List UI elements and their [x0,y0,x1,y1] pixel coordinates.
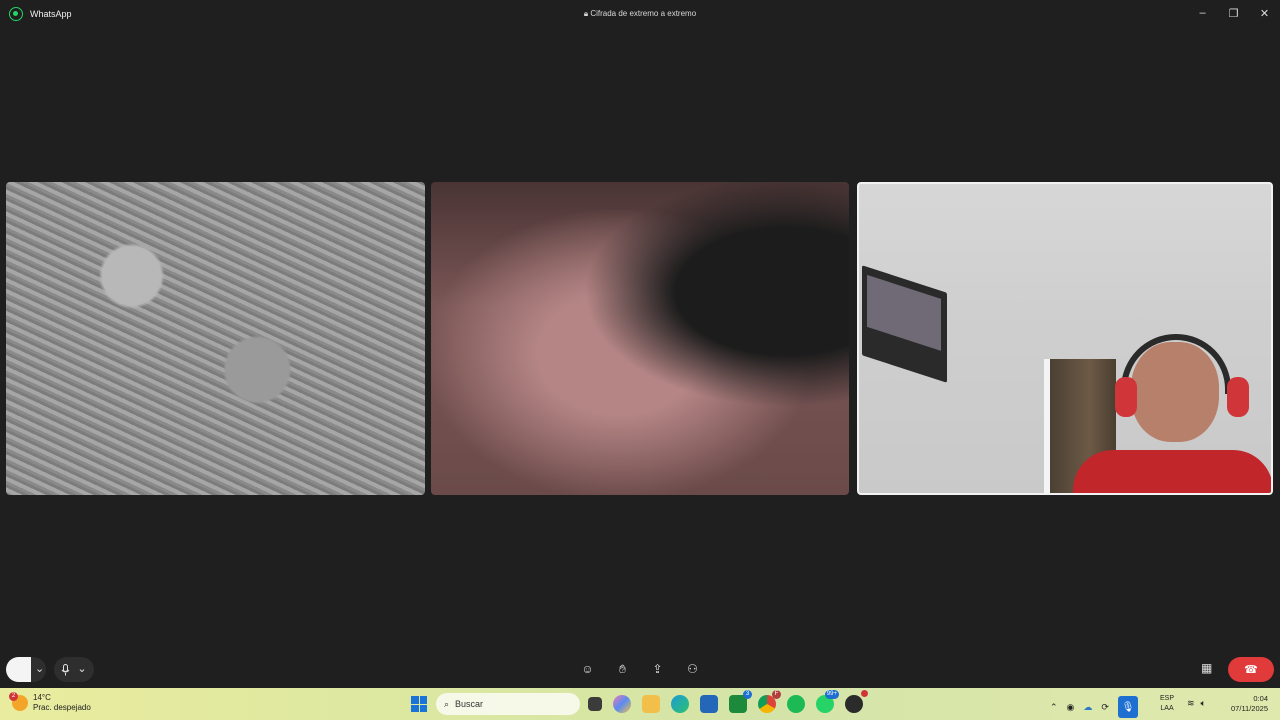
network-volume[interactable]: ≋ 🔈︎ [1187,698,1206,709]
camera-toggle-button[interactable]: ⌄ [6,657,46,682]
weather-badge: 2 [9,692,18,701]
call-center-controls: ☺ ✋︎ ⇪ ⚇ [580,660,700,678]
app-title: WhatsApp [0,7,72,21]
pinned-apps: 3 F 99+ [588,690,868,713]
background-tv [862,265,947,383]
raise-hand-icon[interactable]: ✋︎ [615,660,630,678]
xbox-icon[interactable]: 3 [729,690,752,713]
task-view-icon[interactable] [588,697,602,711]
xbox-badge: 3 [743,690,752,699]
chevron-down-icon[interactable]: ⌄ [77,664,86,675]
language-indicator[interactable]: ESP LAA [1160,694,1174,714]
language-line2: LAA [1160,705,1174,712]
windows-taskbar: 2 14°C Prac. despejado ⌕ Buscar 3 F 99+ … [0,688,1280,720]
weather-widget[interactable]: 2 14°C Prac. despejado [9,692,91,713]
volume-icon: 🔈︎ [1200,698,1206,708]
participant-video-3[interactable] [857,182,1273,495]
chrome-icon[interactable]: F [758,690,781,713]
language-line1: ESP [1160,695,1175,702]
tray-app-icon[interactable]: ◉ [1067,702,1075,713]
chevron-up-icon[interactable]: ⌃ [1050,702,1058,713]
encryption-label: Cifrada de extremo a extremo [590,9,697,18]
start-button[interactable] [411,696,427,712]
call-control-bar: ⌄ ⌄ ☺ ✋︎ ⇪ ⚇ ▦ ☎︎ [0,650,1280,688]
sync-icon[interactable]: ⟳ [1101,702,1109,713]
emoji-icon[interactable]: ☺ [580,660,595,678]
chrome-badge: F [772,690,781,699]
microphone-tray-icon[interactable]: 🎙︎ [1117,696,1138,718]
participant-video-2[interactable] [431,182,849,495]
app-icon[interactable] [845,690,868,713]
title-bar: WhatsApp 🔒︎ Cifrada de extremo a extremo… [0,0,1280,28]
maximize-button[interactable]: ❐ [1218,0,1249,26]
window-controls: – ❐ ✕ [1187,0,1280,26]
search-placeholder: Buscar [455,699,484,709]
file-explorer-icon[interactable] [642,695,660,713]
close-button[interactable]: ✕ [1249,0,1280,26]
copilot-icon[interactable] [613,695,631,713]
taskbar-search[interactable]: ⌕ Buscar [436,693,580,715]
system-tray: ⌃ ◉ ☁ ⟳ 🎙︎ [1050,696,1138,718]
whatsapp-taskbar-icon[interactable]: 99+ [816,690,839,713]
weather-condition: Prac. despejado [33,703,91,712]
participant-person [1073,332,1271,493]
end-call-button[interactable]: ☎︎ [1228,657,1274,682]
microphone-button[interactable]: ⌄ [54,657,94,682]
encryption-indicator: 🔒︎ Cifrada de extremo a extremo [0,9,1280,19]
participant-video-1[interactable] [6,182,425,495]
spotify-icon[interactable] [787,695,805,713]
store-icon[interactable] [700,695,718,713]
chevron-down-icon[interactable]: ⌄ [35,664,44,675]
system-clock[interactable]: 0:04 07/11/2025 [1222,694,1268,714]
weather-temp: 14°C [33,693,51,702]
share-screen-icon[interactable]: ⇪ [650,660,665,678]
app-name: WhatsApp [30,9,72,19]
whatsapp-logo-icon [9,7,23,21]
add-participant-icon[interactable]: ⚇ [685,660,700,678]
whatsapp-badge: 99+ [824,690,839,699]
search-icon: ⌕ [444,698,450,709]
lock-icon: 🔒︎ [583,9,589,18]
microphone-icon [62,663,70,675]
grid-icon[interactable]: ▦ [1201,661,1212,675]
hang-up-icon: ☎︎ [1244,664,1258,676]
wifi-icon: ≋ [1187,698,1195,708]
camera-icon [6,657,31,682]
edge-icon[interactable] [671,695,689,713]
clock-time: 0:04 [1253,694,1268,703]
minimize-button[interactable]: – [1187,0,1218,26]
clock-date: 07/11/2025 [1231,704,1268,713]
weather-icon: 2 [9,692,28,711]
onedrive-icon[interactable]: ☁ [1083,702,1092,713]
